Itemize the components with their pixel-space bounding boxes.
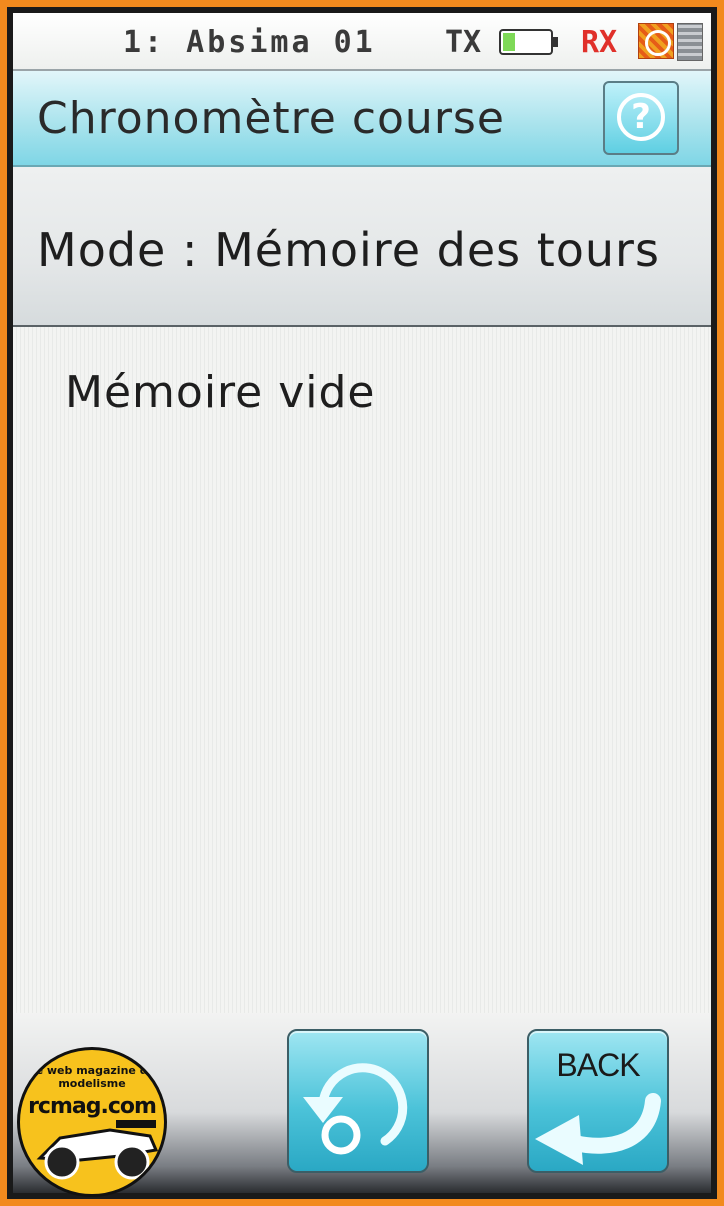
empty-message: Mémoire vide bbox=[65, 367, 376, 418]
model-name: 1: Absima 01 bbox=[123, 25, 376, 60]
battery-icon bbox=[499, 29, 558, 55]
battery-nub bbox=[553, 37, 558, 47]
rcmag-logo: Le web magazine du modelisme rcmag.com bbox=[17, 1047, 167, 1197]
tx-label: TX bbox=[445, 25, 482, 60]
device-frame: 1: Absima 01 TX RX Chronomètre course ? … bbox=[7, 7, 717, 1199]
reset-icon bbox=[303, 1063, 408, 1155]
lap-memory-list: Mémoire vide bbox=[13, 327, 711, 1067]
title-bar: Chronomètre course ? bbox=[13, 71, 711, 167]
back-arrow-icon bbox=[535, 1093, 661, 1165]
no-signal-icon bbox=[638, 23, 674, 59]
calculator-icon[interactable] bbox=[677, 23, 703, 61]
buggy-icon bbox=[36, 1120, 159, 1180]
mode-label: Mode : Mémoire des tours bbox=[37, 223, 660, 277]
page-title: Chronomètre course bbox=[37, 93, 505, 144]
status-bar: 1: Absima 01 TX RX bbox=[13, 13, 711, 71]
rx-label: RX bbox=[581, 25, 618, 60]
help-button[interactable]: ? bbox=[603, 81, 679, 155]
help-icon: ? bbox=[617, 93, 665, 141]
reset-button[interactable] bbox=[287, 1029, 429, 1173]
screen: 1: Absima 01 TX RX Chronomètre course ? … bbox=[13, 13, 711, 1193]
battery-level bbox=[503, 33, 515, 51]
back-button[interactable]: BACK bbox=[527, 1029, 669, 1173]
mode-selector[interactable]: Mode : Mémoire des tours bbox=[13, 167, 711, 327]
